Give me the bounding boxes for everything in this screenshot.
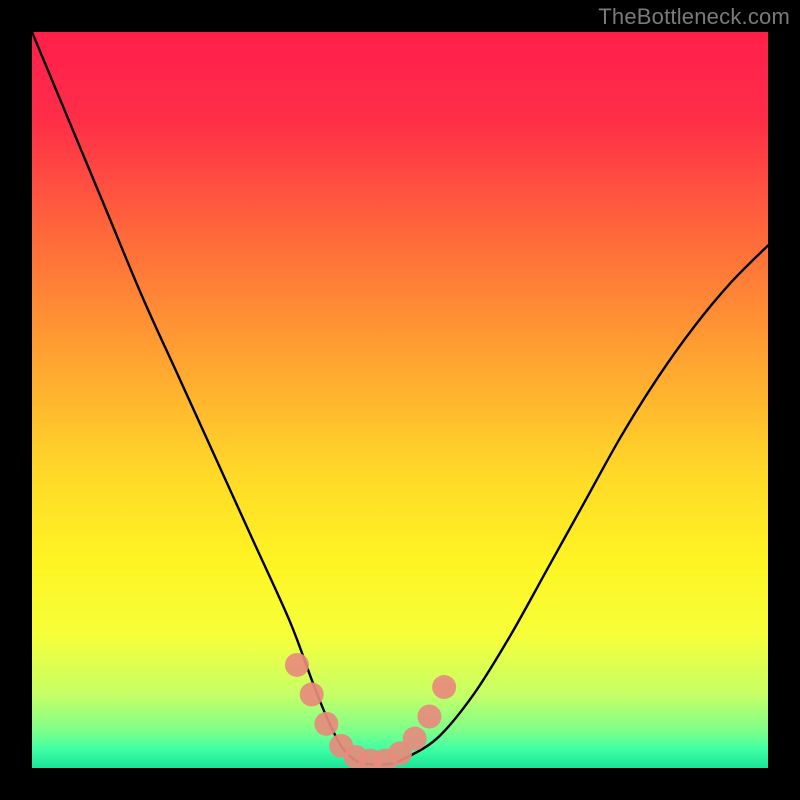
highlight-dot	[314, 712, 338, 736]
highlight-dot	[403, 727, 427, 751]
highlight-dot	[417, 704, 441, 728]
plot-area	[32, 32, 768, 768]
watermark-text: TheBottleneck.com	[598, 4, 790, 30]
plot-svg	[32, 32, 768, 768]
highlight-dot	[285, 653, 309, 677]
highlight-dot	[300, 682, 324, 706]
highlight-dot	[432, 675, 456, 699]
chart-frame: TheBottleneck.com	[0, 0, 800, 800]
gradient-background	[32, 32, 768, 768]
